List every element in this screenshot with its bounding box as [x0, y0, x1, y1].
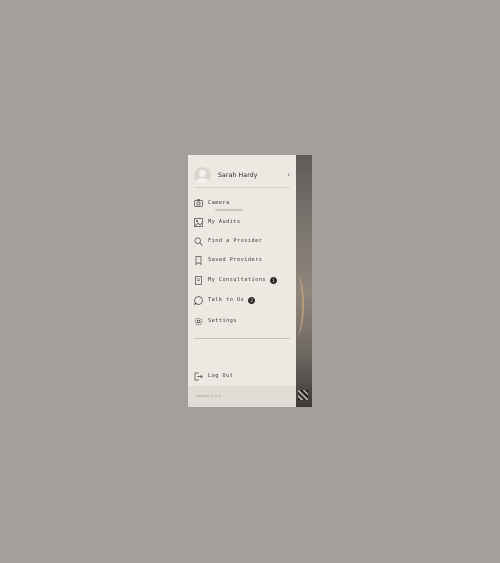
menu-item-label: Settings	[208, 318, 237, 324]
audit-icon	[194, 217, 203, 227]
chevron-right-icon: ›	[287, 171, 290, 179]
menu-item-label: My Consultations	[208, 277, 266, 283]
bookmark-icon	[194, 255, 203, 265]
menu-item-label: My Audits	[208, 219, 241, 225]
menu-item-camera[interactable]: Camera	[194, 197, 290, 211]
navigation-drawer: Sarah Hardy › Camera My Audits Find a Pr…	[188, 155, 296, 407]
notification-badge: 1	[269, 276, 277, 284]
menu-item-my-audits[interactable]: My Audits	[194, 216, 290, 228]
gear-icon	[194, 317, 203, 326]
profile-row[interactable]: Sarah Hardy ›	[194, 164, 290, 186]
background-photo[interactable]	[296, 155, 312, 407]
camera-icon	[194, 199, 203, 208]
menu-item-label: Talk to Us	[208, 297, 245, 303]
active-indicator	[215, 209, 243, 211]
avatar	[194, 166, 211, 184]
logout-button[interactable]: Log Out	[194, 370, 290, 382]
document-icon	[194, 275, 203, 285]
profile-divider	[194, 187, 290, 188]
menu-item-label: Find a Provider	[208, 238, 263, 244]
menu-item-talk-to-us[interactable]: Talk to Us 2	[194, 294, 290, 306]
profile-name: Sarah Hardy	[218, 171, 258, 179]
drawer-footer: Version 1.0.5	[188, 386, 296, 407]
search-icon	[194, 237, 203, 246]
menu-item-label: Saved Providers	[208, 257, 263, 263]
menu-item-find-provider[interactable]: Find a Provider	[194, 235, 290, 247]
menu-item-settings[interactable]: Settings	[194, 315, 290, 327]
menu-divider	[194, 338, 290, 339]
notification-badge: 2	[248, 296, 256, 304]
menu-item-saved-providers[interactable]: Saved Providers	[194, 254, 290, 266]
chat-icon	[194, 295, 203, 305]
logout-label: Log Out	[208, 373, 234, 379]
menu-item-label: Camera	[208, 200, 230, 206]
menu-item-my-consultations[interactable]: My Consultations 1	[194, 274, 290, 286]
photo-pattern	[298, 390, 308, 400]
app-screen: Sarah Hardy › Camera My Audits Find a Pr…	[188, 155, 312, 407]
logout-icon	[194, 372, 203, 381]
version-text: Version 1.0.5	[196, 393, 221, 398]
